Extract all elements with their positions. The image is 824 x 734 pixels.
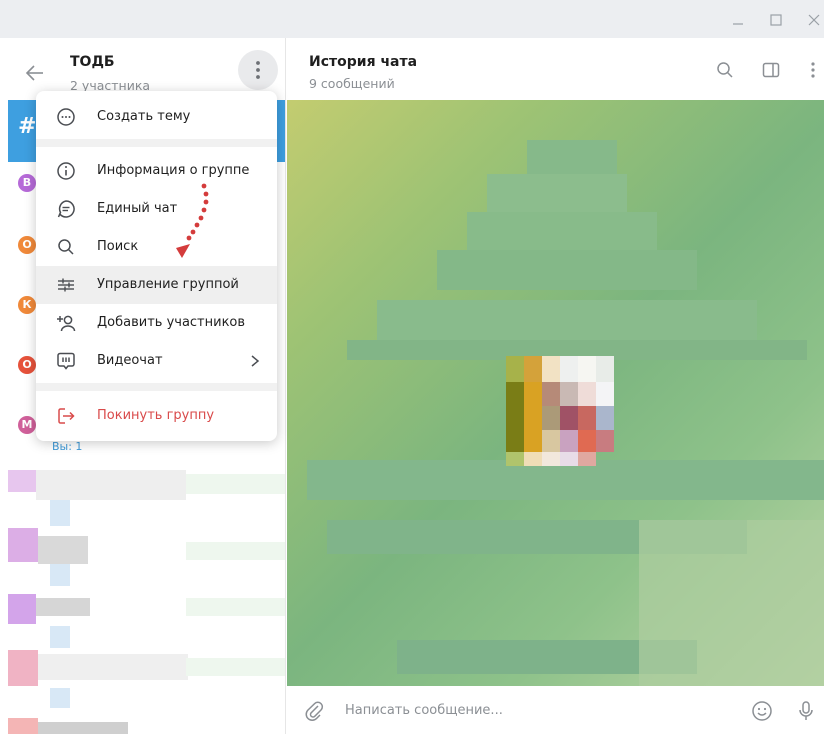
- sliders-icon: [56, 275, 76, 295]
- menu-item-create-topic[interactable]: Создать тему: [36, 98, 277, 136]
- chat-more-icon[interactable]: [803, 60, 823, 80]
- exit-icon: [56, 406, 76, 426]
- menu-divider: [36, 383, 277, 391]
- avatar[interactable]: М: [18, 416, 36, 434]
- chevron-right-icon: [250, 355, 260, 367]
- group-options-menu: Создать тему Информация о группе Единый …: [36, 91, 277, 441]
- video-chat-icon: [56, 351, 76, 371]
- menu-item-label: Поиск: [97, 239, 139, 254]
- menu-item-label: Информация о группе: [97, 163, 250, 178]
- menu-item-label: Добавить участников: [97, 315, 246, 330]
- chat-bubble-icon: [56, 107, 76, 127]
- chat-header: История чата 9 сообщений: [287, 38, 824, 100]
- group-title[interactable]: ТОДБ: [70, 54, 115, 70]
- chat-title[interactable]: История чата: [309, 54, 417, 70]
- menu-divider: [36, 139, 277, 147]
- back-button[interactable]: [22, 60, 48, 86]
- menu-item-leave-group[interactable]: Покинуть группу: [36, 397, 277, 435]
- menu-item-group-info[interactable]: Информация о группе: [36, 152, 277, 190]
- microphone-icon[interactable]: [795, 700, 817, 722]
- info-icon: [56, 161, 76, 181]
- avatar[interactable]: К: [18, 296, 36, 314]
- more-options-button[interactable]: [238, 50, 278, 90]
- minimize-icon[interactable]: [730, 12, 746, 28]
- maximize-icon[interactable]: [768, 12, 784, 28]
- menu-item-search[interactable]: Поиск: [36, 228, 277, 266]
- message-composer: [287, 686, 824, 734]
- menu-item-label: Управление группой: [97, 277, 239, 292]
- avatar[interactable]: О: [18, 236, 36, 254]
- paperclip-icon[interactable]: [303, 700, 325, 722]
- close-icon[interactable]: [806, 12, 822, 28]
- menu-item-single-chat[interactable]: Единый чат: [36, 190, 277, 228]
- message-count: 9 сообщений: [309, 76, 395, 91]
- avatar[interactable]: О: [18, 356, 36, 374]
- menu-item-label: Видеочат: [97, 353, 163, 368]
- pixelated-image: [307, 140, 824, 686]
- menu-item-label: Создать тему: [97, 109, 191, 124]
- three-dots-vertical-icon: [256, 61, 260, 79]
- message-lines-icon: [56, 199, 76, 219]
- search-icon: [56, 237, 76, 257]
- arrow-left-icon: [25, 65, 43, 81]
- annotation-arrow: [176, 183, 209, 258]
- menu-item-add-members[interactable]: Добавить участников: [36, 304, 277, 342]
- side-panel-icon[interactable]: [761, 60, 781, 80]
- message-input[interactable]: [343, 696, 723, 724]
- topic-last-message: Вы: 1: [52, 440, 83, 453]
- smiley-icon[interactable]: [751, 700, 773, 722]
- menu-item-video-chat[interactable]: Видеочат: [36, 342, 277, 380]
- window-title-bar: [0, 0, 824, 38]
- add-user-icon: [56, 313, 76, 333]
- avatar[interactable]: В: [18, 174, 36, 192]
- hash-icon: #: [18, 114, 37, 139]
- menu-item-label: Покинуть группу: [97, 408, 215, 423]
- menu-item-manage-group[interactable]: Управление группой: [36, 266, 277, 304]
- search-icon[interactable]: [715, 60, 735, 80]
- chat-background: [287, 100, 824, 686]
